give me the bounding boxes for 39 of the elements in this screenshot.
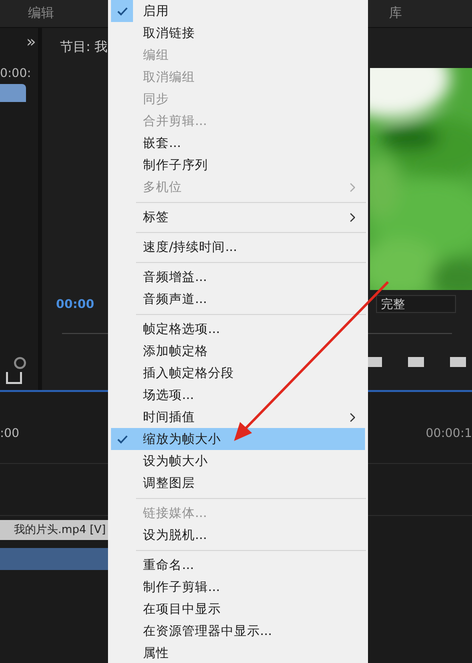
video-clip[interactable]: 我的片头.mp4 [V] [0,520,108,540]
menu-item[interactable]: 设为帧大小 [111,450,365,472]
overflow-button[interactable]: » [26,32,36,52]
menu-item[interactable]: 在资源管理器中显示... [111,620,365,642]
menu-item[interactable]: 设为脱机... [111,524,365,546]
menu-item[interactable]: 插入帧定格分段 [111,362,365,384]
menu-item[interactable]: 调整图层 [111,472,365,494]
menu-item[interactable]: 音频增益... [111,266,365,288]
timecode: 00:00 [56,296,94,313]
menu-item[interactable]: 音频声道... [111,288,365,310]
panel-title: 节目: 我 [60,39,108,58]
menu-item[interactable]: 启用 [111,0,365,22]
audio-clip[interactable] [0,548,108,570]
menu-item[interactable]: 速度/持续时间... [111,236,365,258]
menu-item[interactable]: 重命名... [111,554,365,576]
menu-item[interactable]: 取消链接 [111,22,365,44]
export-icon[interactable] [6,372,22,384]
ruler-time: 00:00:1 [426,425,472,442]
timecode: 0:00: [0,65,32,82]
menu-item[interactable]: 制作子剪辑... [111,576,365,598]
fit-dropdown[interactable]: 完整 [376,295,456,313]
menu-item[interactable]: 帧定格选项... [111,318,365,340]
chevron-icon [350,212,355,222]
slider-handle[interactable] [14,357,26,369]
menu-item[interactable]: 场选项... [111,384,365,406]
menu-item[interactable]: 属性 [111,642,365,663]
workspace-tab[interactable]: 编辑 [28,4,54,24]
menu-item[interactable]: 嵌套... [111,132,365,154]
menu-item[interactable]: 缩放为帧大小 [111,428,365,450]
clip-bar [0,84,26,102]
menu-item[interactable]: 时间插值 [111,406,365,428]
menu-item[interactable]: 标签 [111,206,365,228]
ruler-time: :00 [0,425,20,442]
workspace-tab[interactable]: 库 [389,4,402,24]
chevron-icon [350,182,355,192]
menu-item[interactable]: 制作子序列 [111,154,365,176]
menu-item[interactable]: 添加帧定格 [111,340,365,362]
menu-item[interactable]: 在项目中显示 [111,598,365,620]
chevron-icon [350,412,355,422]
